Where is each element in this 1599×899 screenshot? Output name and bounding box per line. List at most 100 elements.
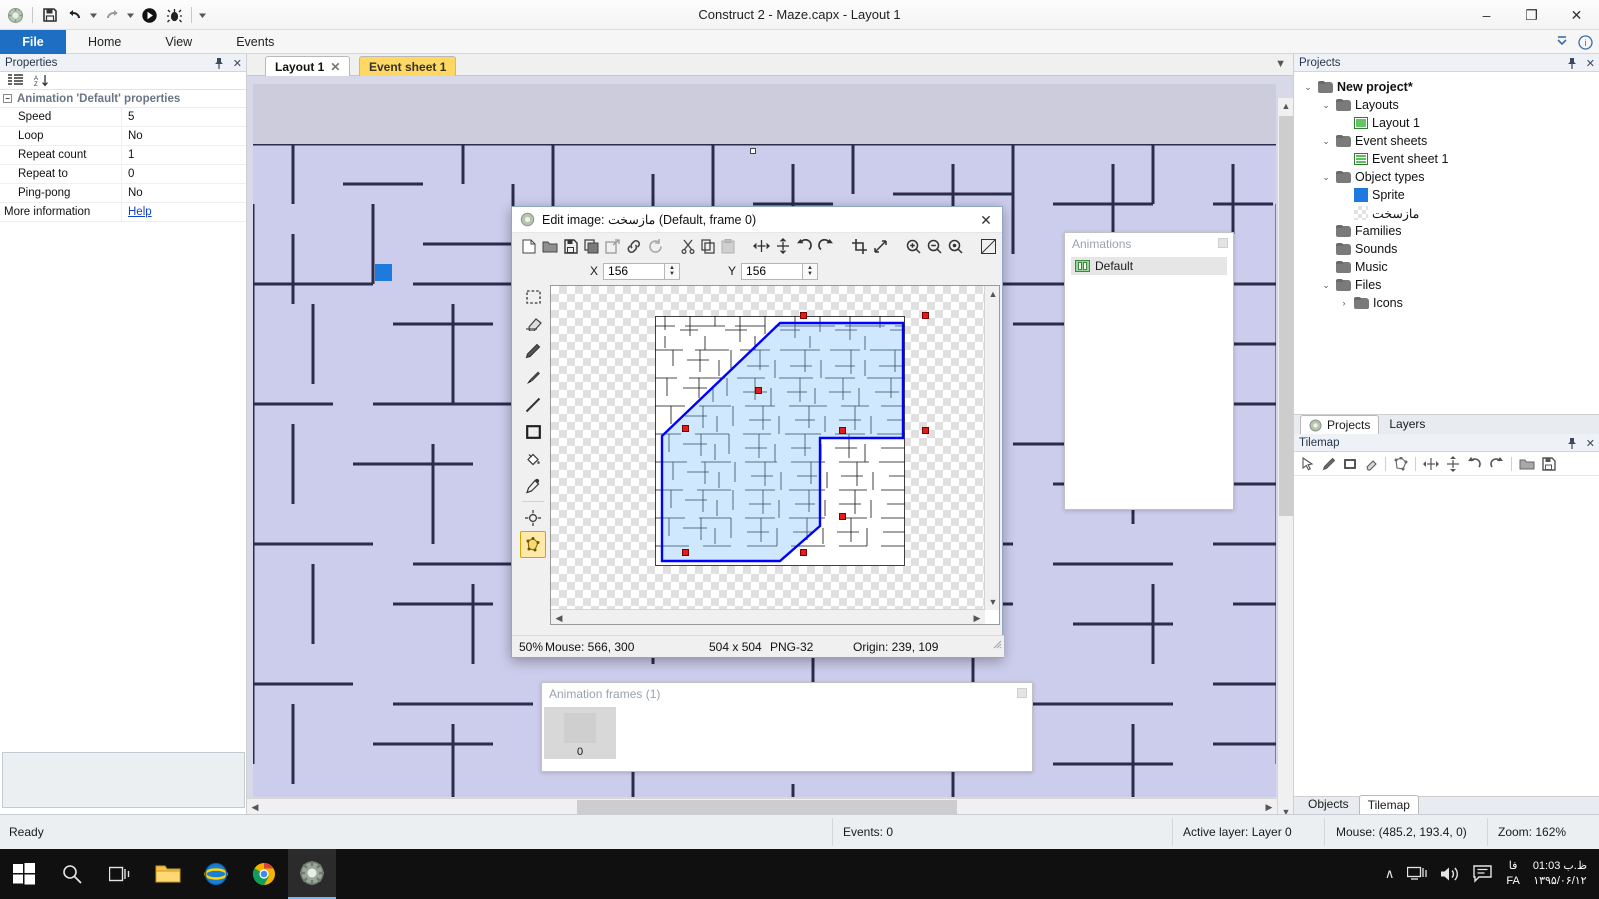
tab-file[interactable]: File (0, 30, 66, 54)
rectangle-tool[interactable] (520, 418, 546, 445)
set-origin-tool[interactable] (520, 504, 546, 531)
paste-icon[interactable] (721, 238, 735, 254)
scroll-left-icon[interactable]: ◀ (247, 799, 263, 814)
help-icon[interactable]: i (1578, 34, 1593, 50)
dock-tab-layers[interactable]: Layers (1381, 415, 1433, 434)
tree-item-files[interactable]: ⌄ Files (1298, 276, 1595, 294)
reload-icon[interactable] (648, 238, 663, 254)
zoom-reset-icon[interactable] (948, 239, 963, 254)
task-view-icon[interactable] (96, 849, 144, 899)
close-icon[interactable]: ✕ (233, 57, 242, 70)
scroll-down-icon[interactable]: ▼ (1278, 804, 1293, 814)
dock-tab-objects[interactable]: Objects (1300, 795, 1357, 814)
language-indicator[interactable]: فا FA (1506, 859, 1519, 889)
open-image-icon[interactable] (542, 239, 558, 254)
tree-item-layout-1[interactable]: Layout 1 (1298, 114, 1595, 132)
close-icon[interactable]: ✕ (1586, 437, 1595, 450)
edit-image-dialog[interactable]: Edit image: مازسخت (Default, frame 0) ✕ (511, 206, 1004, 658)
dock-tab-projects[interactable]: Projects (1300, 415, 1380, 434)
tree-item-layouts[interactable]: ⌄ Layouts (1298, 96, 1595, 114)
pencil-tool[interactable] (520, 337, 546, 364)
property-value[interactable]: 0 (122, 165, 246, 183)
vertical-scroll-thumb[interactable] (1279, 116, 1293, 516)
minimize-ribbon-icon[interactable] (1555, 35, 1569, 49)
horizontal-scroll-thumb[interactable] (577, 800, 957, 814)
rectangle-tool-icon[interactable] (1343, 457, 1357, 471)
chevron-down-icon[interactable]: ⌄ (1302, 82, 1314, 93)
mirror-icon[interactable] (1423, 457, 1439, 471)
x-input[interactable] (603, 262, 666, 280)
tree-item-object-types[interactable]: ⌄ Object types (1298, 168, 1595, 186)
sort-alpha-icon[interactable]: AZ (34, 74, 49, 87)
collision-polygon-overlay[interactable] (655, 316, 905, 566)
clock[interactable]: 01:03 ظ.ب ۱۳۹۵/۰۶/۱۲ (1533, 859, 1587, 889)
pin-icon[interactable] (1567, 437, 1577, 449)
construct2-taskbar-icon[interactable] (288, 849, 336, 899)
edit-image-canvas[interactable]: ▲ ▼ ◀ ▶ (550, 285, 1000, 625)
zoom-in-icon[interactable] (906, 239, 921, 254)
x-spinner[interactable]: ▲▼ (603, 262, 681, 280)
polygon-vertex[interactable] (922, 427, 929, 434)
chevron-down-icon[interactable]: ⌄ (1320, 172, 1332, 183)
tree-item-icons[interactable]: › Icons (1298, 294, 1595, 312)
pencil-tool-icon[interactable] (1322, 457, 1336, 471)
link-icon[interactable] (626, 239, 642, 254)
file-explorer-icon[interactable] (144, 849, 192, 899)
eraser-tool[interactable] (520, 310, 546, 337)
scroll-up-icon[interactable]: ▲ (985, 286, 999, 302)
categorize-icon[interactable] (8, 74, 23, 87)
property-value[interactable]: No (122, 127, 246, 145)
tab-events[interactable]: Events (214, 30, 296, 54)
polygon-vertex[interactable] (682, 425, 689, 432)
canvas-vertical-scrollbar[interactable]: ▲ ▼ (984, 286, 999, 610)
layout-selection-handle[interactable] (750, 148, 756, 154)
cut-icon[interactable] (681, 239, 695, 254)
mirror-icon[interactable] (753, 239, 770, 253)
dialog-resize-grip[interactable] (993, 640, 1002, 649)
fill-tool[interactable] (520, 445, 546, 472)
sprite-object[interactable] (375, 264, 392, 281)
x-spinner-arrows[interactable]: ▲ ▼ (665, 262, 681, 280)
canvas-horizontal-scrollbar[interactable]: ◀ ▶ (551, 609, 985, 624)
tree-item-families[interactable]: Families (1298, 222, 1595, 240)
chevron-down-icon[interactable]: ⌄ (1320, 100, 1332, 111)
maximize-button[interactable]: ❐ (1509, 0, 1554, 30)
rotate-right-icon[interactable] (1489, 456, 1504, 471)
close-icon[interactable]: ✕ (330, 57, 340, 77)
zoom-out-icon[interactable] (927, 239, 942, 254)
internet-explorer-icon[interactable] (192, 849, 240, 899)
property-row-speed[interactable]: Speed 5 (0, 108, 246, 127)
action-center-icon[interactable] (1473, 865, 1493, 883)
scroll-right-icon[interactable]: ▶ (969, 610, 985, 624)
tab-view[interactable]: View (143, 30, 214, 54)
export-icon[interactable] (605, 238, 620, 254)
doc-tab-event-sheet-1[interactable]: Event sheet 1 (359, 56, 457, 76)
property-row-repeat-to[interactable]: Repeat to 0 (0, 165, 246, 184)
tree-item-sounds[interactable]: Sounds (1298, 240, 1595, 258)
new-image-icon[interactable] (522, 239, 536, 254)
dock-tab-tilemap[interactable]: Tilemap (1358, 795, 1419, 814)
minimize-button[interactable]: – (1464, 0, 1509, 30)
property-row-repeat-count[interactable]: Repeat count 1 (0, 146, 246, 165)
rotate-left-icon[interactable] (796, 238, 812, 254)
tree-item-sprite[interactable]: Sprite (1298, 186, 1595, 204)
save-tilemap-icon[interactable] (1542, 456, 1556, 471)
property-row-loop[interactable]: Loop No (0, 127, 246, 146)
resize-grip-icon[interactable] (1218, 238, 1228, 248)
checker-toggle-icon[interactable] (981, 238, 996, 254)
pointer-tool-icon[interactable] (1301, 456, 1315, 471)
polygon-vertex[interactable] (839, 513, 846, 520)
eraser-tool-icon[interactable] (1364, 457, 1378, 471)
tile-shape-icon[interactable] (1393, 456, 1408, 471)
resize-icon[interactable] (873, 239, 888, 254)
eyedropper-tool[interactable] (520, 472, 546, 499)
doc-tab-layout-1[interactable]: Layout 1 ✕ (265, 56, 351, 77)
show-hidden-icons-icon[interactable]: ∧ (1385, 866, 1395, 882)
chrome-icon[interactable] (240, 849, 288, 899)
close-button[interactable]: ✕ (1554, 0, 1599, 30)
scroll-right-icon[interactable]: ▶ (1261, 799, 1277, 814)
pin-icon[interactable] (1567, 57, 1577, 69)
chevron-down-icon[interactable]: ⌄ (1320, 136, 1332, 147)
collapse-icon[interactable]: − (3, 94, 12, 103)
volume-icon[interactable] (1440, 865, 1460, 883)
